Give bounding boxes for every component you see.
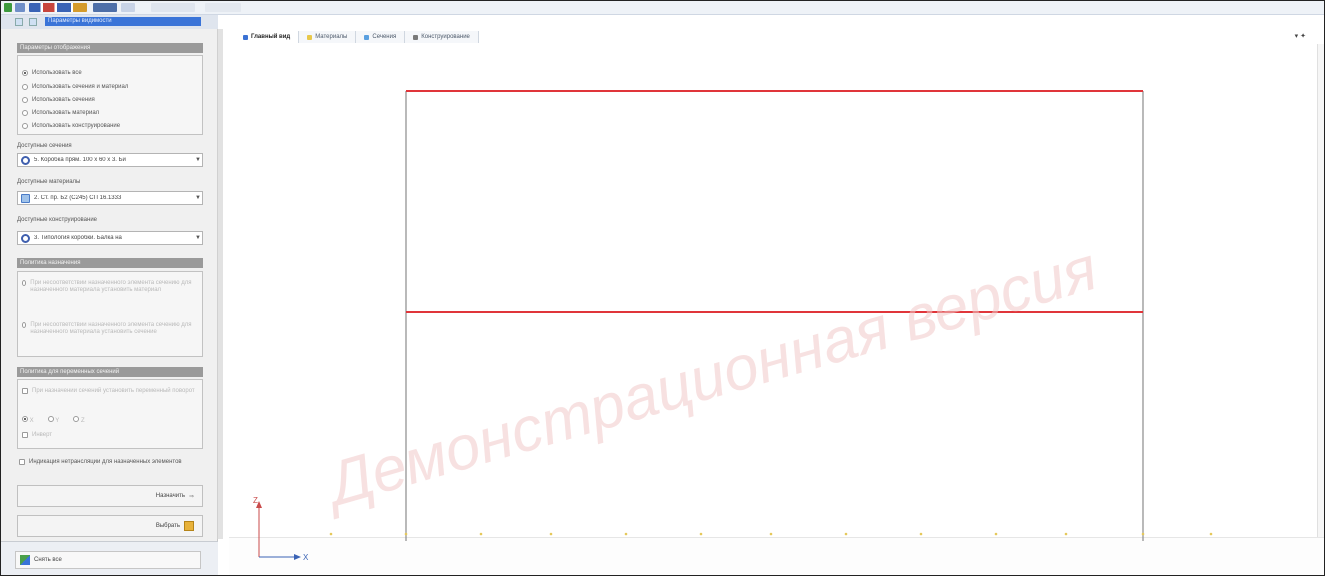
ground-nodes bbox=[329, 532, 1213, 536]
app-window: Параметры видимости Параметры отображени… bbox=[0, 0, 1325, 576]
x-axis-arrow bbox=[294, 554, 301, 560]
demo-watermark: Демонстрационная версия bbox=[315, 234, 1104, 521]
z-axis-label: Z bbox=[253, 496, 258, 505]
model-drawing: Z X Демонстрационная версия bbox=[253, 90, 1213, 562]
x-axis-label: X bbox=[303, 553, 309, 562]
